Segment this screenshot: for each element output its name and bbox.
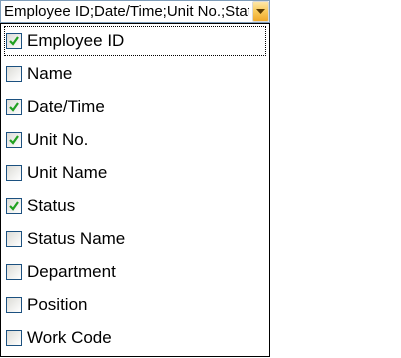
list-item-date-time[interactable]: Date/Time xyxy=(4,92,266,122)
item-label: Unit No. xyxy=(27,130,89,149)
item-label: Date/Time xyxy=(27,97,105,116)
checkbox[interactable] xyxy=(6,33,22,49)
column-picker: Employee ID;Date/Time;Unit No.;Statu Emp… xyxy=(0,0,401,358)
item-label: Position xyxy=(27,295,88,314)
list-item-status-name[interactable]: Status Name xyxy=(4,224,266,254)
item-label: Department xyxy=(27,262,116,281)
list-item-department[interactable]: Department xyxy=(4,257,266,287)
chevron-down-icon xyxy=(256,9,265,14)
list-item-name[interactable]: Name xyxy=(4,59,266,89)
list-item-unit-name[interactable]: Unit Name xyxy=(4,158,266,188)
column-combo-box[interactable]: Employee ID;Date/Time;Unit No.;Statu xyxy=(0,0,270,23)
checkbox[interactable] xyxy=(6,264,22,280)
item-label: Unit Name xyxy=(27,163,108,182)
dropdown-list: Employee ID Name Date/Time Unit No. Unit… xyxy=(0,23,270,357)
checkbox[interactable] xyxy=(6,297,22,313)
item-label: Employee ID xyxy=(27,31,125,50)
checkmark-icon xyxy=(9,201,19,211)
list-item-work-code[interactable]: Work Code xyxy=(4,323,266,353)
item-label: Status Name xyxy=(27,229,126,248)
list-item-unit-no[interactable]: Unit No. xyxy=(4,125,266,155)
checkbox[interactable] xyxy=(6,66,22,82)
item-label: Name xyxy=(27,64,73,83)
checkbox[interactable] xyxy=(6,330,22,346)
combo-value: Employee ID;Date/Time;Unit No.;Statu xyxy=(4,3,249,20)
checkbox[interactable] xyxy=(6,132,22,148)
checkbox[interactable] xyxy=(6,99,22,115)
item-label: Work Code xyxy=(27,328,112,347)
checkbox[interactable] xyxy=(6,165,22,181)
list-item-position[interactable]: Position xyxy=(4,290,266,320)
list-item-employee-id[interactable]: Employee ID xyxy=(4,26,266,56)
item-label: Status xyxy=(27,196,76,215)
checkmark-icon xyxy=(9,102,19,112)
checkbox[interactable] xyxy=(6,231,22,247)
checkbox[interactable] xyxy=(6,198,22,214)
checkmark-icon xyxy=(9,135,19,145)
dropdown-button[interactable] xyxy=(252,1,269,22)
list-item-status[interactable]: Status xyxy=(4,191,266,221)
checkmark-icon xyxy=(9,36,19,46)
